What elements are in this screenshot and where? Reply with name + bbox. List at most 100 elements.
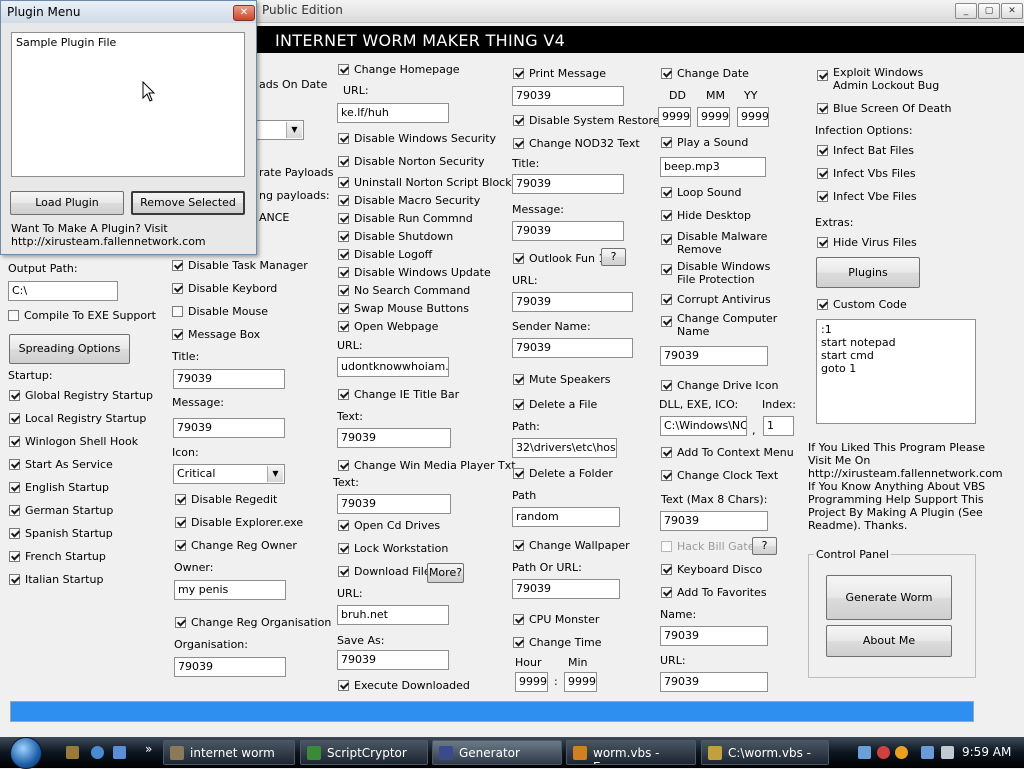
startup-checkbox[interactable]: Local Registry Startup — [9, 412, 146, 425]
spreading-options-button[interactable]: Spreading Options — [9, 334, 130, 364]
wallpaper-path-input[interactable]: 79039 — [512, 579, 620, 599]
startup-checkbox[interactable]: German Startup — [9, 504, 113, 517]
startup-checkbox[interactable]: Spanish Startup — [9, 527, 113, 540]
keyboard-disco-checkbox[interactable]: Keyboard Disco — [661, 563, 762, 576]
output-path-input[interactable]: C:\ — [8, 281, 118, 301]
browser-icon[interactable] — [91, 746, 104, 759]
yy-input[interactable]: 9999 — [737, 107, 769, 127]
col3-option-checkbox[interactable]: Open Webpage — [338, 320, 438, 333]
col3-option-checkbox[interactable]: Disable Macro Security — [338, 194, 480, 207]
col3-option-checkbox[interactable]: Disable Windows Update — [338, 266, 491, 279]
print-message-input[interactable]: 79039 — [512, 86, 624, 106]
taskbar-item[interactable]: internet worm ... — [163, 740, 295, 765]
col3-option-checkbox[interactable]: Swap Mouse Buttons — [338, 302, 469, 315]
plugin-list-item[interactable]: Sample Plugin File — [16, 36, 240, 49]
download-url-input[interactable]: bruh.net — [337, 605, 449, 625]
plugin-listbox[interactable]: Sample Plugin File — [11, 32, 245, 177]
change-homepage-checkbox[interactable]: Change Homepage — [338, 63, 460, 76]
change-computer-name-checkbox[interactable]: Change Computer Name — [661, 312, 777, 338]
save-as-input[interactable]: 79039 — [337, 650, 449, 670]
ie-text-input[interactable]: 79039 — [337, 428, 451, 448]
col3-option-checkbox[interactable]: Uninstall Norton Script Blocking — [338, 176, 529, 189]
print-message-checkbox[interactable]: Print Message — [513, 67, 606, 80]
compile-exe-checkbox[interactable]: Compile To EXE Support — [8, 309, 156, 322]
taskbar-clock[interactable]: 9:59 AM — [962, 745, 1011, 759]
infect-vbe-checkbox[interactable]: Infect Vbe Files — [817, 190, 917, 203]
more-button[interactable]: More? — [427, 563, 464, 583]
remove-selected-button[interactable]: Remove Selected — [131, 191, 245, 215]
play-sound-checkbox[interactable]: Play a Sound — [661, 136, 748, 149]
volume-icon[interactable] — [941, 746, 954, 759]
drive-icon-path-input[interactable]: C:\Windows\NOT — [660, 416, 747, 436]
delete-folder-checkbox[interactable]: Delete a Folder — [513, 467, 613, 480]
mute-speakers-checkbox[interactable]: Mute Speakers — [513, 373, 611, 386]
taskbar-item[interactable]: ScriptCryptor — [300, 740, 428, 765]
hide-desktop-checkbox[interactable]: Hide Desktop — [661, 209, 751, 222]
icon-select[interactable]: Critical ▼ — [173, 464, 285, 484]
min-input[interactable]: 99999 — [564, 672, 597, 692]
delete-folder-path-input[interactable]: random — [512, 507, 620, 527]
bsod-checkbox[interactable]: Blue Screen Of Death — [817, 102, 951, 115]
startup-checkbox[interactable]: Winlogon Shell Hook — [9, 435, 138, 448]
msgbox-title-input[interactable]: 79039 — [173, 369, 285, 389]
change-date-checkbox[interactable]: Change Date — [661, 67, 749, 80]
infect-vbs-checkbox[interactable]: Infect Vbs Files — [817, 167, 916, 180]
message-box-checkbox[interactable]: Message Box — [172, 328, 260, 341]
delete-file-path-input[interactable]: 32\drivers\etc\hosts — [512, 438, 617, 458]
execute-downloaded-checkbox[interactable]: Execute Downloaded — [338, 679, 470, 692]
exploit-lockout-checkbox[interactable]: Exploit Windows Admin Lockout Bug — [817, 66, 939, 92]
col3-option-checkbox[interactable]: Disable Logoff — [338, 248, 432, 261]
minimize-button[interactable]: _ — [955, 3, 977, 19]
hack-help-button[interactable]: ? — [752, 537, 777, 555]
close-icon[interactable]: ✕ — [233, 5, 255, 21]
plugins-button[interactable]: Plugins — [816, 257, 920, 288]
add-favorites-checkbox[interactable]: Add To Favorites — [661, 586, 767, 599]
sound-file-input[interactable]: beep.mp3 — [660, 157, 766, 177]
col3-option-checkbox[interactable]: Disable Windows Security — [338, 132, 496, 145]
col3-option-checkbox[interactable]: No Search Command — [338, 284, 470, 297]
outlook-help-button[interactable]: ? — [601, 248, 626, 266]
col3-option-checkbox[interactable]: Disable Norton Security — [338, 155, 484, 168]
disable-regedit-checkbox[interactable]: Disable Regedit — [175, 493, 277, 506]
hack-bill-gates-checkbox[interactable]: Hack Bill Gates — [661, 540, 760, 553]
change-drive-icon-checkbox[interactable]: Change Drive Icon — [661, 379, 778, 392]
custom-code-checkbox[interactable]: Custom Code — [817, 298, 907, 311]
plugin-url[interactable]: http://xirusteam.fallennetwork.com — [11, 235, 206, 248]
dd-input[interactable]: 99999 — [658, 107, 691, 127]
change-clock-text-checkbox[interactable]: Change Clock Text — [661, 469, 778, 482]
security-alert-icon[interactable] — [877, 746, 890, 759]
taskbar-item[interactable]: C:\worm.vbs - ... — [701, 740, 829, 765]
folder-icon[interactable] — [66, 746, 79, 759]
wmp-text-input[interactable]: 79039 — [337, 494, 451, 514]
favorite-name-input[interactable]: 79039 — [660, 626, 768, 646]
lock-workstation-checkbox[interactable]: Lock Workstation — [338, 542, 448, 555]
disable-mouse-checkbox[interactable]: Disable Mouse — [172, 305, 268, 318]
startup-checkbox[interactable]: French Startup — [9, 550, 106, 563]
monitor-icon[interactable] — [921, 746, 934, 759]
change-nod32-checkbox[interactable]: Change NOD32 Text — [513, 137, 640, 150]
disable-wfp-checkbox[interactable]: Disable Windows File Protection — [661, 260, 770, 286]
hour-input[interactable]: 99999 — [515, 672, 548, 692]
nod32-title-input[interactable]: 79039 — [512, 174, 624, 194]
loop-sound-checkbox[interactable]: Loop Sound — [661, 186, 742, 199]
taskbar-item[interactable]: Generator — [432, 740, 562, 765]
taskbar-item[interactable]: worm.vbs - Eve... — [566, 740, 696, 765]
disable-explorer-checkbox[interactable]: Disable Explorer.exe — [175, 516, 303, 529]
startup-checkbox[interactable]: Start As Service — [9, 458, 113, 471]
change-reg-org-checkbox[interactable]: Change Reg Organisation — [175, 616, 331, 629]
change-reg-owner-checkbox[interactable]: Change Reg Owner — [175, 539, 297, 552]
owner-input[interactable]: my penis — [174, 580, 286, 600]
about-me-button[interactable]: About Me — [826, 625, 952, 657]
msgbox-message-input[interactable]: 79039 — [173, 418, 285, 438]
taskbar-overflow[interactable]: » — [145, 742, 152, 756]
desktop-icon[interactable] — [113, 746, 126, 759]
org-input[interactable]: 79039 — [174, 657, 286, 677]
mm-input[interactable]: 99999 — [697, 107, 730, 127]
startup-checkbox[interactable]: English Startup — [9, 481, 109, 494]
infect-bat-checkbox[interactable]: Infect Bat Files — [817, 144, 914, 157]
load-plugin-button[interactable]: Load Plugin — [10, 191, 124, 215]
disable-task-manager-checkbox[interactable]: Disable Task Manager — [172, 259, 308, 272]
download-file-checkbox[interactable]: Download File — [338, 565, 431, 578]
favorite-url-input[interactable]: 79039 — [660, 672, 768, 692]
corrupt-antivirus-checkbox[interactable]: Corrupt Antivirus — [661, 293, 771, 306]
